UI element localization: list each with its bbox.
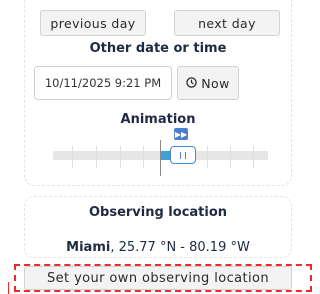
now-button[interactable]: Now (177, 66, 239, 100)
set-location-button[interactable]: Set your own observing location (24, 266, 292, 290)
slider-tick (230, 146, 231, 168)
slider-tick (96, 146, 97, 168)
slider-tick (143, 146, 144, 168)
location-coords: , 25.77 °N - 80.19 °W (110, 240, 250, 255)
date-time-input[interactable]: 10/11/2025 9:21 PM (34, 66, 172, 100)
location-city: Miami (66, 240, 111, 255)
date-time-value: 10/11/2025 9:21 PM (44, 76, 162, 90)
previous-day-button[interactable]: previous day (40, 10, 146, 36)
fast-forward-icon[interactable]: ▶▶ (174, 128, 188, 140)
grip-icon (180, 151, 186, 159)
observing-location-heading: Observing location (88, 205, 228, 220)
clock-icon (186, 76, 198, 91)
animation-slider-thumb[interactable] (170, 146, 196, 164)
location-line: Miami, 25.77 °N - 80.19 °W (24, 240, 292, 255)
animation-heading: Animation (120, 112, 196, 127)
highlight-edge (8, 282, 9, 294)
slider-tick (72, 146, 73, 168)
slider-tick (207, 146, 208, 168)
slider-tick (253, 146, 254, 168)
next-day-button[interactable]: next day (174, 10, 280, 36)
now-button-label: Now (201, 75, 230, 91)
other-date-heading: Other date or time (89, 41, 227, 56)
slider-tick (120, 146, 121, 168)
